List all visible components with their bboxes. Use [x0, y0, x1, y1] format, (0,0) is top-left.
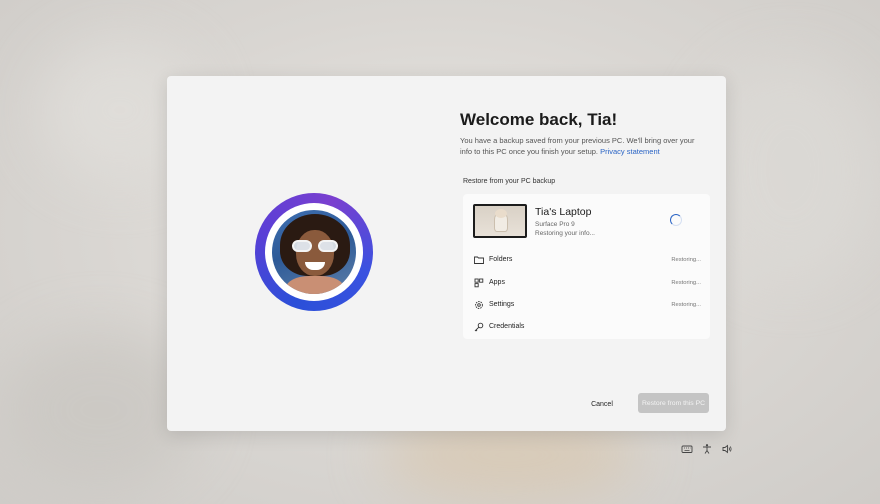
device-status: Restoring your info... [535, 230, 595, 237]
restore-item-label: Apps [489, 279, 505, 286]
device-name: Tia's Laptop [535, 206, 592, 218]
background-blur [700, 60, 880, 280]
setup-dialog: Welcome back, Tia! You have a backup sav… [167, 76, 726, 431]
keyboard-icon[interactable] [681, 443, 693, 455]
restore-item-apps: Apps Restoring... [473, 277, 701, 291]
restore-item-status: Restoring... [671, 302, 701, 308]
section-label: Restore from your PC backup [463, 178, 556, 185]
avatar [255, 193, 373, 311]
page-title: Welcome back, Tia! [460, 110, 618, 129]
restore-item-settings: Settings Restoring... [473, 299, 701, 313]
restore-item-label: Credentials [489, 323, 525, 330]
sunglasses [292, 240, 338, 252]
apps-icon [474, 278, 484, 288]
restore-item-credentials: Credentials [473, 321, 701, 335]
device-model: Surface Pro 9 [535, 221, 575, 228]
gear-icon [475, 301, 483, 309]
cancel-button[interactable]: Cancel [579, 395, 625, 413]
backup-card: Tia's Laptop Surface Pro 9 Restoring you… [463, 194, 710, 339]
restore-from-pc-button[interactable]: Restore from this PC [638, 393, 709, 413]
restore-item-folders: Folders Restoring... [473, 254, 701, 268]
restore-item-label: Settings [489, 301, 515, 308]
restore-item-status: Restoring... [671, 257, 701, 263]
key-icon [474, 322, 484, 332]
privacy-statement-link[interactable]: Privacy statement [600, 147, 660, 156]
user-avatar-photo [272, 210, 356, 294]
system-tray [681, 443, 733, 455]
accessibility-icon[interactable] [701, 443, 713, 455]
restore-item-label: Folders [489, 256, 513, 263]
device-thumbnail [473, 204, 527, 238]
folder-icon [474, 256, 484, 264]
restore-item-status: Restoring... [671, 280, 701, 286]
loading-spinner-icon [670, 214, 682, 226]
volume-icon[interactable] [721, 443, 733, 455]
description-text: You have a backup saved from your previo… [460, 135, 700, 157]
